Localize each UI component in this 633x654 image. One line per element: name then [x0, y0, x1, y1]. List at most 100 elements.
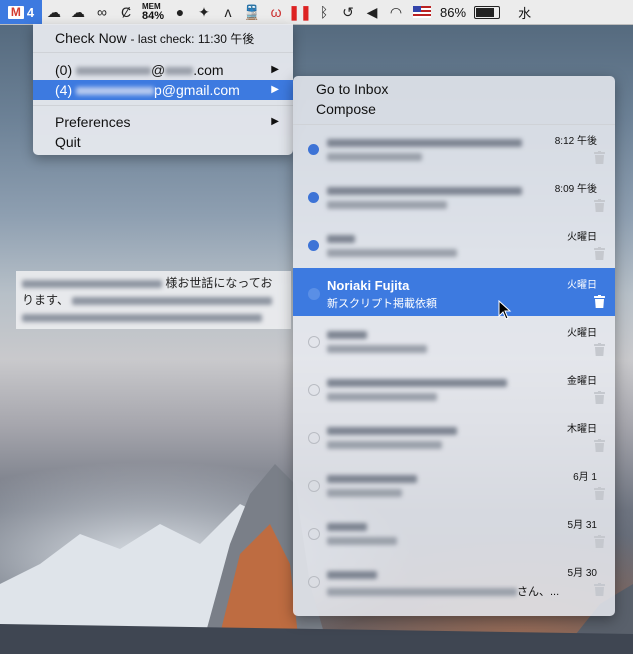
account-submenu: Go to Inbox Compose 8:12 午後 8:09 午後 火曜日 Nor…: [293, 76, 615, 616]
menubar-clock[interactable]: 水: [518, 3, 531, 22]
compose-item[interactable]: Compose: [316, 101, 376, 117]
mail-date: 8:09 午後: [554, 184, 597, 195]
mail-subject: [327, 247, 457, 259]
last-check-label: - last check: 11:30 午後: [130, 32, 255, 46]
read-dot-icon: [308, 432, 320, 444]
mail-subject-text: さん、...: [517, 586, 560, 598]
mail-date: 火曜日: [567, 280, 597, 291]
redacted-text: [327, 138, 522, 147]
mail-date: 6月 1: [573, 472, 597, 483]
pause-icon[interactable]: ❚❚: [288, 0, 312, 24]
mail-date: 5月 30: [567, 568, 597, 579]
mail-list-item[interactable]: 5月 31: [293, 508, 615, 556]
mail-date: 火曜日: [567, 328, 597, 339]
trash-icon[interactable]: [594, 583, 605, 596]
mail-sender: [327, 134, 522, 149]
submenu-arrow-icon: ▶: [271, 116, 279, 127]
train-icon[interactable]: 🚆: [240, 0, 264, 24]
mail-sender: [327, 422, 457, 437]
trash-icon[interactable]: [594, 295, 605, 308]
trash-icon[interactable]: [594, 391, 605, 404]
quit-label: Quit: [55, 134, 81, 150]
account-address-1: p@gmail.com: [154, 82, 240, 98]
trash-icon[interactable]: [594, 439, 605, 452]
account-item-1[interactable]: (4) p@gmail.com ▶: [33, 80, 293, 100]
trash-icon[interactable]: [594, 487, 605, 500]
unread-dot-icon: [308, 192, 319, 203]
check-now-item[interactable]: Check Now - last check: 11:30 午後: [33, 28, 293, 48]
redacted-text: [327, 186, 522, 195]
mail-list-item[interactable]: Noriaki Fujita 新スクリプト掲載依頼 火曜日: [293, 268, 615, 316]
account-at-0: @: [151, 62, 166, 78]
redacted-text: [327, 474, 417, 483]
mail-date: 8:12 午後: [554, 136, 597, 147]
quit-item[interactable]: Quit: [33, 132, 293, 152]
submenu-arrow-icon: ▶: [271, 84, 279, 95]
mail-sender: [327, 470, 417, 485]
mail-list-item[interactable]: 火曜日: [293, 220, 615, 268]
mail-list-item[interactable]: 木曜日: [293, 412, 615, 460]
submenu-arrow-icon: ▶: [271, 64, 279, 75]
redacted-text: [327, 537, 397, 546]
time-machine-icon[interactable]: ↺: [336, 0, 360, 24]
mail-sender: [327, 182, 522, 197]
dropbox-icon[interactable]: ✦: [192, 0, 216, 24]
us-flag-icon[interactable]: [413, 6, 432, 18]
wifi-icon[interactable]: ◠: [384, 0, 408, 24]
trash-icon[interactable]: [594, 535, 605, 548]
trash-icon[interactable]: [594, 199, 605, 212]
redacted-text: [327, 345, 427, 354]
mail-list-item[interactable]: さん、... 5月 30: [293, 556, 615, 604]
mail-sender: [327, 518, 367, 533]
mail-list-item[interactable]: 金曜日: [293, 364, 615, 412]
mail-date: 金曜日: [567, 376, 597, 387]
redacted-text: [327, 522, 367, 531]
menu-separator: [33, 105, 293, 106]
cashew-icon[interactable]: Ȼ: [114, 0, 138, 24]
unread-dot-icon: [308, 144, 319, 155]
battery-icon[interactable]: [474, 5, 501, 19]
account-domain-0: .com: [193, 62, 224, 78]
trash-icon[interactable]: [594, 247, 605, 260]
trash-icon[interactable]: [594, 343, 605, 356]
redacted-text: [327, 378, 507, 387]
redacted-text: [327, 330, 367, 339]
mail-date: 木曜日: [567, 424, 597, 435]
redacted-text: [327, 426, 457, 435]
mail-date: 5月 31: [567, 520, 597, 531]
mem-value: 84%: [142, 10, 165, 22]
read-dot-icon: [308, 576, 320, 588]
menu-separator: [33, 52, 293, 53]
omega-icon[interactable]: ω: [264, 0, 288, 24]
bg-text-line1: 様お世話になってお: [165, 276, 273, 290]
memory-monitor[interactable]: MEM 84%: [142, 2, 164, 22]
read-dot-icon: [308, 336, 320, 348]
bluetooth-icon[interactable]: ᛒ: [312, 0, 336, 24]
gmail-menubar-item[interactable]: M 4: [0, 0, 42, 24]
trash-icon[interactable]: [594, 151, 605, 164]
redacted-text: [327, 570, 377, 579]
mail-list-item[interactable]: 火曜日: [293, 316, 615, 364]
redacted-text: [327, 234, 355, 243]
account-item-0[interactable]: (0) @ .com ▶: [33, 60, 293, 80]
check-now-label: Check Now: [55, 30, 127, 46]
script-icon[interactable]: ʌ: [216, 0, 240, 24]
creative-cloud-icon[interactable]: ∞: [90, 0, 114, 24]
mail-subject: [327, 535, 397, 547]
read-dot-icon: [308, 384, 320, 396]
mail-list-item[interactable]: 8:12 午後: [293, 124, 615, 172]
read-dot-icon: [308, 480, 320, 492]
cloud-icon[interactable]: ☁: [42, 0, 66, 24]
circle-icon[interactable]: ●: [168, 0, 192, 24]
mail-sender: [327, 374, 507, 389]
mail-subject: [327, 439, 442, 451]
go-to-inbox-item[interactable]: Go to Inbox: [316, 81, 388, 97]
redacted-text: [327, 393, 437, 402]
volume-icon[interactable]: ◀: [360, 0, 384, 24]
mail-list-item[interactable]: 8:09 午後: [293, 172, 615, 220]
mail-subject: [327, 199, 447, 211]
mail-list-item[interactable]: 6月 1: [293, 460, 615, 508]
mail-sender: [327, 326, 367, 341]
preferences-item[interactable]: Preferences ▶: [33, 112, 293, 132]
cloud-outline-icon[interactable]: ☁: [66, 0, 90, 24]
